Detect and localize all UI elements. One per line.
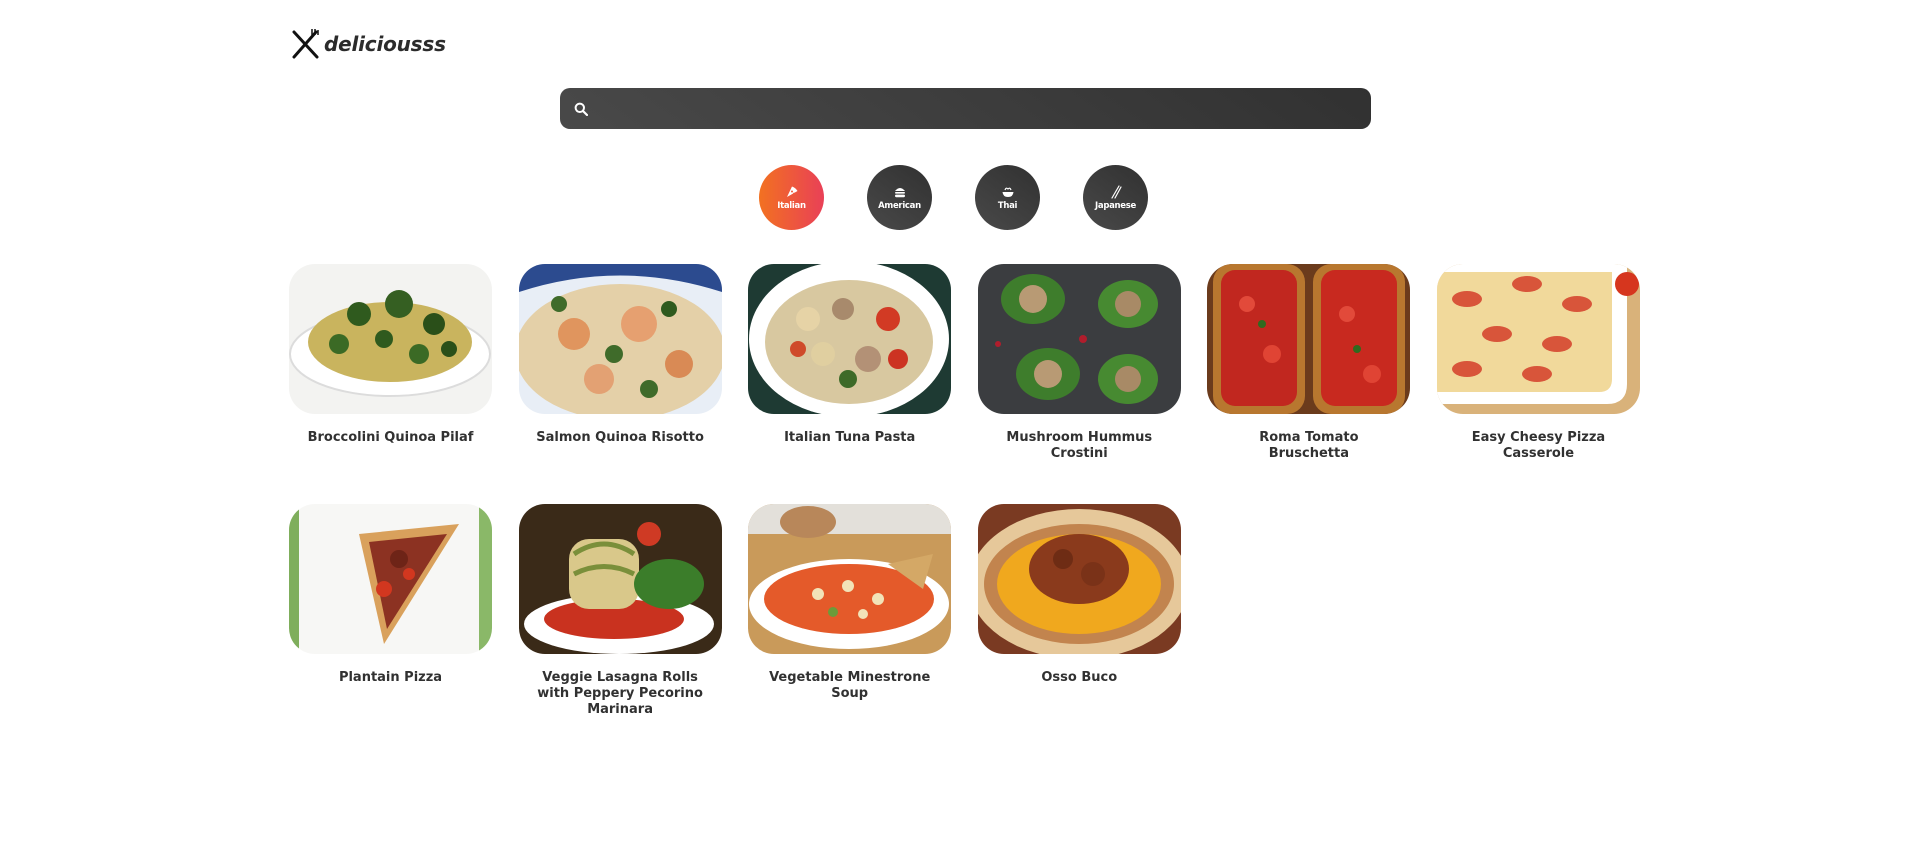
recipe-card[interactable]: Salmon Quinoa Risotto [518,264,722,486]
recipe-card[interactable]: Plantain Pizza [289,504,492,726]
recipe-image [518,264,722,414]
recipe-image [1436,264,1640,414]
category-italian[interactable]: Italian [759,165,824,230]
recipe-image [748,264,952,414]
chopsticks-icon [1110,184,1122,199]
recipe-card[interactable]: Easy Cheesy Pizza Casserole [1436,264,1640,486]
category-label: Italian [777,200,806,211]
recipe-title: Italian Tuna Pasta [784,430,916,445]
recipe-card[interactable]: Vegetable Minestrone Soup [748,504,952,726]
recipe-title: Mushroom Hummus Crostini [1006,430,1153,461]
category-nav: Italian American Thai Japanese [759,165,1148,230]
category-thai[interactable]: Thai [975,165,1040,230]
category-label: Japanese [1095,200,1136,211]
recipe-card[interactable]: Broccolini Quinoa Pilaf [289,264,492,486]
recipe-card[interactable]: Veggie Lasagna Rolls with Peppery Pecori… [518,504,722,726]
recipe-image [748,504,952,654]
fork-knife-icon [292,29,319,59]
recipe-card[interactable]: Italian Tuna Pasta [748,264,952,486]
pizza-icon [786,186,797,197]
recipe-image [1207,264,1411,414]
recipe-image [977,264,1181,414]
recipe-image [289,504,492,654]
recipe-title: Osso Buco [1041,670,1118,685]
category-japanese[interactable]: Japanese [1083,165,1148,230]
brand-logo[interactable]: deliciousss [290,28,446,60]
category-label: American [878,200,921,211]
recipe-card[interactable]: Roma Tomato Bruschetta [1207,264,1411,486]
recipe-title: Roma Tomato Bruschetta [1259,430,1359,461]
recipe-title: Easy Cheesy Pizza Casserole [1471,430,1606,461]
recipe-title: Plantain Pizza [338,670,443,685]
recipe-card[interactable]: Osso Buco [977,504,1181,726]
recipe-card[interactable]: Mushroom Hummus Crostini [977,264,1181,486]
search-bar[interactable] [560,88,1371,129]
bowl-icon [1002,187,1013,197]
recipe-title: Vegetable Minestrone Soup [769,670,931,701]
brand-name: deliciousss [324,32,446,56]
recipe-image [977,504,1181,654]
recipe-image [518,504,722,654]
category-american[interactable]: American [867,165,932,230]
recipe-image [289,264,492,414]
recipe-grid: Broccolini Quinoa Pilaf Salmon Quinoa Ri… [289,264,1649,726]
recipe-title: Veggie Lasagna Rolls with Peppery Pecori… [537,670,703,717]
hamburger-icon [894,187,905,197]
recipe-title: Broccolini Quinoa Pilaf [307,430,474,445]
recipe-title: Salmon Quinoa Risotto [536,430,704,445]
search-input[interactable] [588,88,1371,129]
search-icon [574,102,588,116]
category-label: Thai [997,200,1018,211]
